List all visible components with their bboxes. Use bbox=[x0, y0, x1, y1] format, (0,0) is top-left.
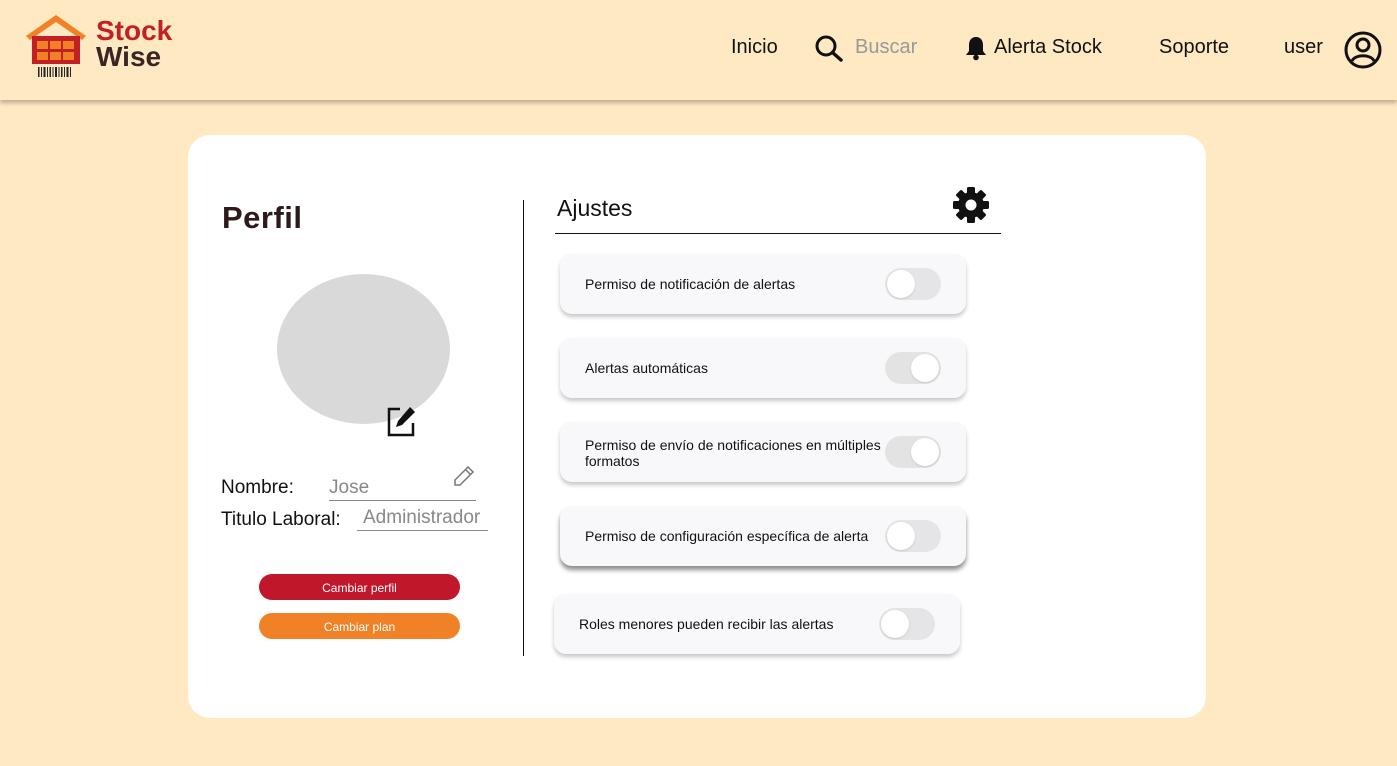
titulo-laboral-label: Titulo Laboral: bbox=[221, 509, 341, 530]
nav-soporte[interactable]: Soporte bbox=[1159, 36, 1229, 59]
setting-label: Alertas automáticas bbox=[585, 360, 708, 376]
pencil-icon[interactable] bbox=[453, 465, 475, 487]
setting-label: Permiso de envío de notificaciones en mú… bbox=[585, 437, 881, 469]
ajustes-underline bbox=[555, 233, 1001, 234]
setting-row-roles-menores: Roles menores pueden recibir las alertas bbox=[554, 594, 960, 654]
setting-row-multiples-formatos: Permiso de envío de notificaciones en mú… bbox=[560, 422, 966, 482]
user-avatar-icon[interactable] bbox=[1344, 31, 1382, 69]
toggle-knob bbox=[881, 610, 909, 638]
search-input[interactable] bbox=[855, 34, 945, 60]
top-navbar: Stock Wise Inicio Alerta Stock Soporte u… bbox=[0, 0, 1397, 100]
roles-menores-toggle[interactable] bbox=[879, 608, 935, 640]
configuracion-especifica-toggle[interactable] bbox=[885, 520, 941, 552]
notificacion-alertas-toggle[interactable] bbox=[885, 268, 941, 300]
perfil-title: Perfil bbox=[222, 200, 303, 235]
setting-label: Permiso de configuración específica de a… bbox=[585, 528, 869, 544]
cambiar-perfil-button[interactable]: Cambiar perfil bbox=[259, 574, 460, 600]
toggle-knob bbox=[887, 270, 915, 298]
section-divider bbox=[523, 200, 524, 656]
setting-row-notificacion-alertas: Permiso de notificación de alertas bbox=[560, 254, 966, 314]
user-name[interactable]: user bbox=[1284, 36, 1323, 59]
alertas-automaticas-toggle[interactable] bbox=[885, 352, 941, 384]
nav-inicio[interactable]: Inicio bbox=[731, 36, 778, 59]
bell-icon[interactable] bbox=[964, 35, 988, 61]
brand-name: Stock Wise bbox=[96, 17, 172, 72]
profile-avatar bbox=[277, 274, 450, 424]
brand-line-2: Wise bbox=[96, 41, 162, 72]
titulo-laboral-field[interactable]: Administrador bbox=[357, 507, 488, 531]
setting-label: Roles menores pueden recibir las alertas bbox=[579, 616, 834, 632]
ajustes-title: Ajustes bbox=[557, 195, 633, 221]
toggle-knob bbox=[911, 438, 939, 466]
cambiar-plan-button[interactable]: Cambiar plan bbox=[259, 613, 460, 639]
nav-alerta-stock[interactable]: Alerta Stock bbox=[994, 36, 1102, 59]
toggle-knob bbox=[911, 354, 939, 382]
search-icon[interactable] bbox=[814, 34, 844, 62]
warehouse-logo-icon bbox=[26, 15, 86, 77]
multiples-formatos-toggle[interactable] bbox=[885, 436, 941, 468]
toggle-knob bbox=[887, 522, 915, 550]
setting-row-alertas-automaticas: Alertas automáticas bbox=[560, 338, 966, 398]
setting-row-configuracion-especifica: Permiso de configuración específica de a… bbox=[560, 506, 966, 566]
nombre-label: Nombre: bbox=[221, 477, 294, 498]
stockwise-logo[interactable]: Stock Wise bbox=[24, 12, 184, 82]
edit-avatar-icon[interactable] bbox=[385, 404, 417, 438]
gear-icon[interactable] bbox=[952, 186, 990, 224]
setting-label: Permiso de notificación de alertas bbox=[585, 276, 796, 292]
